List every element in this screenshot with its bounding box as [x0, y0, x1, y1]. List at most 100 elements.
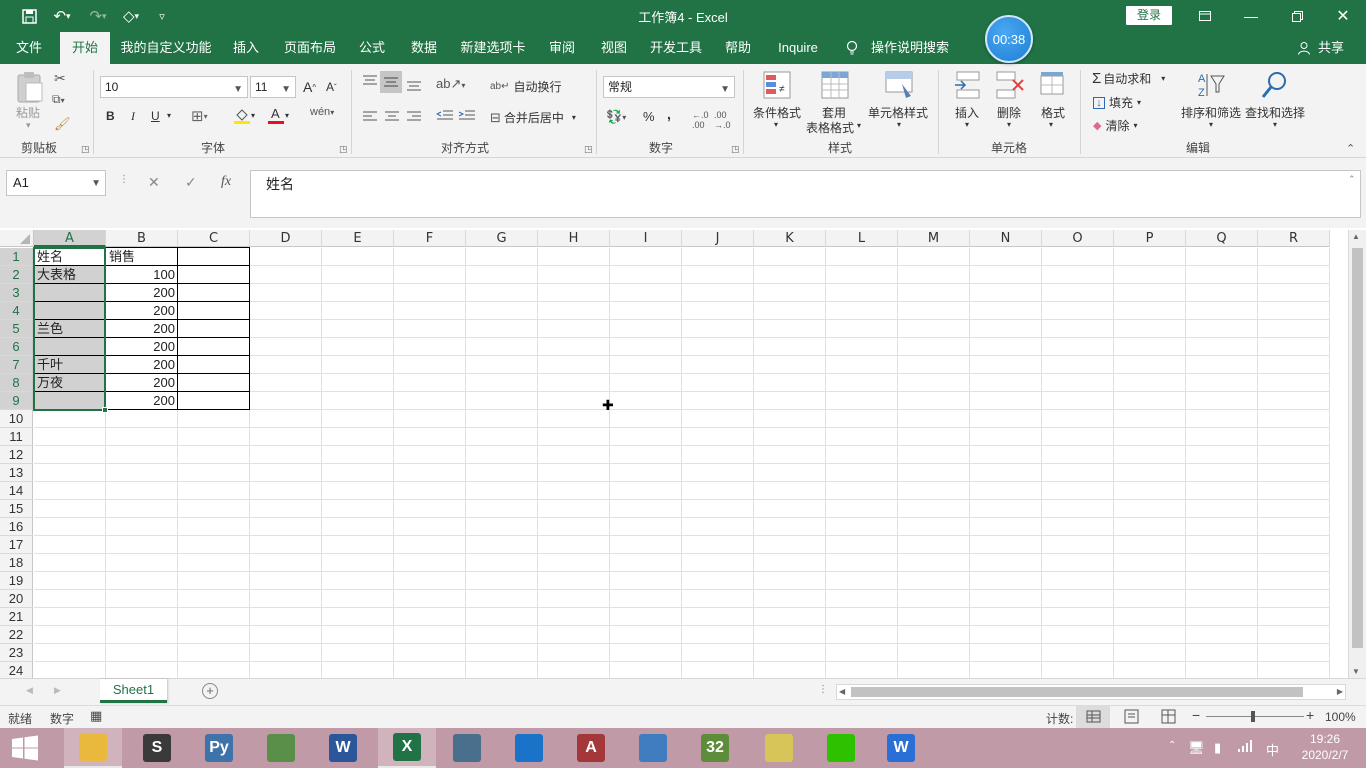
wechat-app[interactable]: [812, 728, 870, 768]
tray-expand-icon[interactable]: ⌃: [1168, 740, 1176, 751]
tab-file[interactable]: 文件: [6, 32, 52, 64]
tab-home[interactable]: 开始: [60, 32, 110, 64]
insert-function-icon[interactable]: fx: [221, 174, 231, 190]
italic-button[interactable]: I: [131, 109, 135, 124]
cancel-edit-icon[interactable]: ✕: [148, 174, 160, 191]
font-name-select[interactable]: 10 ▼: [100, 76, 248, 98]
restore-icon[interactable]: [1274, 0, 1320, 32]
column-header-r[interactable]: R: [1258, 230, 1330, 247]
row-header-17[interactable]: 17: [0, 536, 33, 554]
column-header-e[interactable]: E: [322, 230, 394, 247]
column-header-m[interactable]: M: [898, 230, 970, 247]
cell-b9[interactable]: 200: [106, 392, 178, 410]
add-sheet-icon[interactable]: +: [202, 683, 218, 699]
row-header-24[interactable]: 24: [0, 662, 33, 678]
next-sheet-icon[interactable]: ▶: [54, 685, 61, 696]
format-cells-button[interactable]: 格式: [1041, 104, 1065, 121]
find-select-icon[interactable]: [1260, 70, 1290, 103]
zoom-in-icon[interactable]: +: [1306, 707, 1314, 723]
number-launcher-icon[interactable]: ◳: [731, 144, 740, 155]
decrease-decimal-icon[interactable]: .00 →.0: [714, 110, 731, 130]
zoom-level[interactable]: 100%: [1325, 710, 1356, 724]
format-painter-icon[interactable]: 🖌: [54, 116, 71, 132]
decrease-indent-icon[interactable]: [435, 109, 454, 126]
tell-me-search[interactable]: 操作说明搜索: [870, 32, 950, 64]
row-header-20[interactable]: 20: [0, 590, 33, 608]
underline-dropdown-icon[interactable]: ▾: [167, 111, 171, 120]
tool-app[interactable]: [624, 728, 682, 768]
start-button[interactable]: [0, 728, 50, 768]
access-app[interactable]: A: [562, 728, 620, 768]
calendar-app[interactable]: 32: [686, 728, 744, 768]
autosum-button[interactable]: Σ 自动求和 ▾: [1092, 70, 1165, 87]
cell-c7[interactable]: [178, 356, 250, 374]
confirm-edit-icon[interactable]: ✓: [185, 174, 197, 191]
comma-button[interactable]: ,: [667, 106, 671, 122]
page-layout-view-icon[interactable]: [1124, 709, 1140, 727]
cell-c1[interactable]: [178, 248, 250, 266]
folder-app[interactable]: [750, 728, 808, 768]
column-header-h[interactable]: H: [538, 230, 610, 247]
column-header-p[interactable]: P: [1114, 230, 1186, 247]
format-table-label-2[interactable]: 表格格式: [806, 119, 854, 136]
clipboard-launcher-icon[interactable]: ◳: [81, 144, 90, 155]
align-left-icon[interactable]: [362, 110, 378, 127]
normal-view-icon[interactable]: [1076, 706, 1110, 728]
row-header-5[interactable]: 5: [0, 320, 33, 338]
page-break-view-icon[interactable]: [1161, 709, 1177, 727]
column-header-a[interactable]: A: [34, 230, 106, 247]
align-right-icon[interactable]: [406, 110, 422, 127]
horizontal-scrollbar[interactable]: ◀ ▶: [836, 684, 1346, 700]
align-top-icon[interactable]: [362, 74, 378, 91]
insert-cells-icon[interactable]: [953, 70, 983, 103]
tab-insert[interactable]: 插入: [224, 32, 268, 64]
tab-developer[interactable]: 开发工具: [644, 32, 708, 64]
underline-button[interactable]: U: [151, 109, 160, 123]
paste-icon[interactable]: [14, 70, 46, 107]
column-header-j[interactable]: J: [682, 230, 754, 247]
column-header-n[interactable]: N: [970, 230, 1042, 247]
row-header-15[interactable]: 15: [0, 500, 33, 518]
increase-decimal-icon[interactable]: ←.0.00: [692, 110, 709, 130]
row-header-8[interactable]: 8: [0, 374, 33, 392]
cell-b3[interactable]: 200: [106, 284, 178, 302]
column-header-d[interactable]: D: [250, 230, 322, 247]
fill-handle[interactable]: [102, 407, 108, 413]
cell-b2[interactable]: 100: [106, 266, 178, 284]
tab-formulas[interactable]: 公式: [352, 32, 392, 64]
customize-toolbar-icon[interactable]: ▿: [152, 6, 172, 26]
row-header-4[interactable]: 4: [0, 302, 33, 320]
find-select-button[interactable]: 查找和选择: [1245, 104, 1305, 121]
align-center-icon[interactable]: [384, 110, 400, 127]
column-header-q[interactable]: Q: [1186, 230, 1258, 247]
splitter-icon[interactable]: ⋮: [818, 684, 828, 695]
column-header-l[interactable]: L: [826, 230, 898, 247]
font-size-select[interactable]: 11 ▼: [250, 76, 296, 98]
cell-b7[interactable]: 200: [106, 356, 178, 374]
conditional-format-icon[interactable]: ≠: [762, 70, 792, 103]
column-header-o[interactable]: O: [1042, 230, 1114, 247]
merge-center-button[interactable]: ⊟ 合并后居中 ▾: [490, 109, 576, 126]
column-header-i[interactable]: I: [610, 230, 682, 247]
row-header-3[interactable]: 3: [0, 284, 33, 302]
cell-c2[interactable]: [178, 266, 250, 284]
cut-icon[interactable]: ✂: [54, 70, 66, 87]
conditional-format-button[interactable]: 条件格式: [753, 104, 801, 121]
expand-formula-icon[interactable]: ⌃: [1348, 174, 1356, 185]
tray-battery-icon[interactable]: ▮: [1214, 740, 1221, 756]
row-header-1[interactable]: 1: [0, 248, 33, 266]
row-header-16[interactable]: 16: [0, 518, 33, 536]
copy-icon[interactable]: ⧉▾: [52, 92, 65, 107]
worksheet-grid[interactable]: ABCDEFGHIJKLMNOPQR 1 2 3 4 5 6 7 8 9 10 11 12 13 14 15…: [0, 230, 1348, 678]
sort-filter-icon[interactable]: AZ: [1196, 70, 1226, 103]
tab-review[interactable]: 审阅: [540, 32, 584, 64]
borders-icon[interactable]: ⊞ ▾: [191, 107, 208, 125]
touch-mode-icon[interactable]: ◇ ▾: [116, 6, 146, 26]
cell-c6[interactable]: [178, 338, 250, 356]
fill-button[interactable]: ↓ 填充 ▾: [1093, 94, 1141, 111]
cell-b5[interactable]: 200: [106, 320, 178, 338]
row-header-12[interactable]: 12: [0, 446, 33, 464]
cell-styles-icon[interactable]: [884, 70, 914, 103]
row-header-7[interactable]: 7: [0, 356, 33, 374]
sort-filter-button[interactable]: 排序和筛选: [1181, 104, 1241, 121]
